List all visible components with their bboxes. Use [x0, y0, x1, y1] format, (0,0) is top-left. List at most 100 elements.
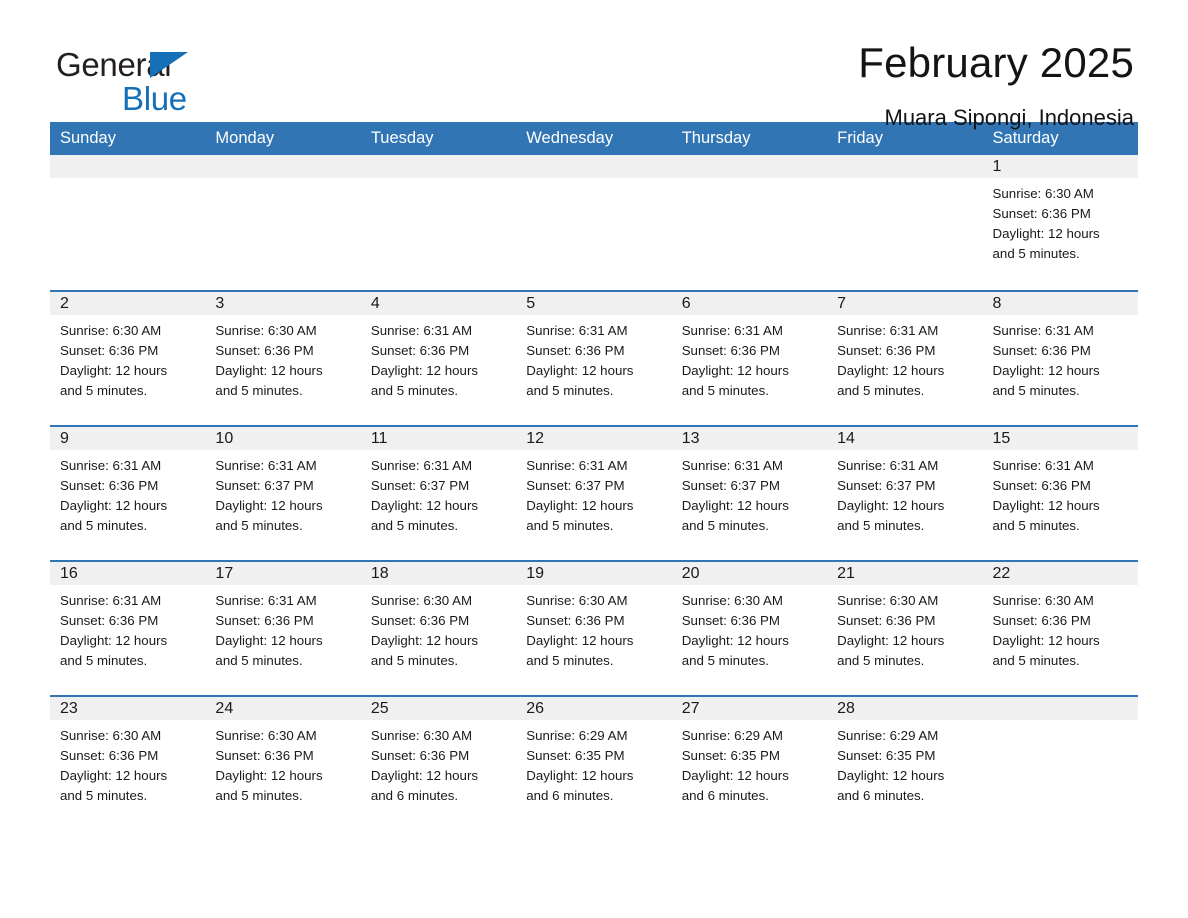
daylight-text-line2: and 5 minutes. — [681, 383, 769, 399]
sunset-text: Sunset: 6:36 PM — [60, 748, 159, 764]
calendar-day-cell[interactable]: 11 Sunrise: 6:31 AM Sunset: 6:37 PM Dayligh… — [360, 425, 517, 562]
day-cell-inner: 18 Sunrise: 6:30 AM Sunset: 6:36 PM Dayligh… — [360, 562, 517, 696]
day-number: 2 — [50, 292, 206, 316]
calendar-body: 1 Sunrise: 6:30 AM Sunset: 6:36 PM Daylight… — [50, 155, 1138, 831]
calendar-day-cell[interactable]: 22 Sunrise: 6:30 AM Sunset: 6:36 PM Dayligh… — [982, 560, 1138, 697]
calendar-day-cell[interactable]: 6 Sunrise: 6:31 AM Sunset: 6:36 PM Daylight… — [671, 290, 828, 427]
day-cell-inner — [360, 155, 517, 291]
calendar-day-cell[interactable]: 25 Sunrise: 6:30 AM Sunset: 6:36 PM Dayligh… — [360, 695, 517, 831]
sunset-text: Sunset: 6:35 PM — [526, 748, 625, 764]
sunrise-text: Sunrise: 6:31 AM — [370, 458, 473, 474]
day-cell-inner: 8 Sunrise: 6:31 AM Sunset: 6:36 PM Daylight… — [982, 292, 1138, 426]
daylight-text-line1: Daylight: 12 hours — [370, 363, 479, 379]
day-cell-inner: 6 Sunrise: 6:31 AM Sunset: 6:36 PM Daylight… — [671, 292, 828, 426]
calendar-day-cell-empty — [516, 155, 672, 291]
daylight-text-line2: and 6 minutes. — [681, 788, 769, 804]
sunset-text: Sunset: 6:36 PM — [60, 343, 159, 359]
day-info: Sunrise: 6:29 AM Sunset: 6:35 PM Daylight:… — [516, 720, 671, 806]
day-cell-inner: 22 Sunrise: 6:30 AM Sunset: 6:36 PM Dayligh… — [982, 562, 1138, 696]
calendar-day-cell[interactable]: 1 Sunrise: 6:30 AM Sunset: 6:36 PM Daylight… — [982, 155, 1138, 291]
sunset-text: Sunset: 6:36 PM — [681, 343, 780, 359]
day-number: 6 — [671, 292, 828, 316]
calendar-day-cell[interactable]: 24 Sunrise: 6:30 AM Sunset: 6:36 PM Dayligh… — [205, 695, 361, 831]
daylight-text-line2: and 6 minutes. — [837, 788, 925, 804]
sunrise-text: Sunrise: 6:30 AM — [681, 593, 783, 609]
calendar-day-cell[interactable]: 7 Sunrise: 6:31 AM Sunset: 6:36 PM Daylight… — [827, 290, 983, 427]
sunset-text: Sunset: 6:36 PM — [370, 748, 470, 764]
weekday-header-wednesday: Wednesday — [516, 122, 672, 156]
day-number — [671, 155, 828, 179]
sunrise-text: Sunrise: 6:30 AM — [992, 186, 1094, 202]
calendar-day-cell[interactable]: 20 Sunrise: 6:30 AM Sunset: 6:36 PM Dayligh… — [671, 560, 828, 697]
day-cell-inner: 4 Sunrise: 6:31 AM Sunset: 6:36 PM Daylight… — [360, 292, 517, 426]
day-cell-inner — [516, 155, 672, 291]
calendar-day-cell[interactable]: 2 Sunrise: 6:30 AM Sunset: 6:36 PM Daylight… — [50, 290, 206, 427]
day-number: 22 — [982, 562, 1138, 586]
calendar-day-cell[interactable]: 10 Sunrise: 6:31 AM Sunset: 6:37 PM Dayligh… — [205, 425, 361, 562]
day-cell-inner — [827, 155, 983, 291]
calendar-day-cell[interactable]: 13 Sunrise: 6:31 AM Sunset: 6:37 PM Dayligh… — [671, 425, 828, 562]
day-number: 25 — [360, 697, 517, 721]
sunset-text: Sunset: 6:36 PM — [992, 206, 1091, 222]
day-number — [982, 697, 1138, 721]
generalblue-logo[interactable]: General Blue — [50, 42, 260, 116]
calendar-day-cell[interactable]: 3 Sunrise: 6:30 AM Sunset: 6:36 PM Daylight… — [205, 290, 361, 427]
day-info: Sunrise: 6:31 AM Sunset: 6:36 PM Daylight:… — [50, 585, 205, 671]
day-cell-inner: 2 Sunrise: 6:30 AM Sunset: 6:36 PM Daylight… — [50, 292, 206, 426]
calendar-day-cell[interactable]: 17 Sunrise: 6:31 AM Sunset: 6:36 PM Dayligh… — [205, 560, 361, 697]
daylight-text-line1: Daylight: 12 hours — [681, 633, 789, 649]
daylight-text-line1: Daylight: 12 hours — [370, 768, 479, 784]
day-number — [50, 155, 206, 179]
daylight-text-line2: and 5 minutes. — [837, 518, 925, 534]
daylight-text-line2: and 5 minutes. — [60, 653, 148, 669]
day-info: Sunrise: 6:31 AM Sunset: 6:37 PM Daylight:… — [827, 450, 982, 536]
day-number: 11 — [360, 427, 517, 451]
calendar-day-cell-empty — [827, 155, 983, 291]
day-info: Sunrise: 6:30 AM Sunset: 6:36 PM Daylight:… — [205, 315, 360, 401]
sunrise-text: Sunrise: 6:31 AM — [681, 458, 783, 474]
day-info: Sunrise: 6:31 AM Sunset: 6:37 PM Daylight:… — [361, 450, 516, 536]
sunrise-text: Sunrise: 6:31 AM — [526, 323, 628, 339]
day-info: Sunrise: 6:31 AM Sunset: 6:36 PM Daylight:… — [827, 315, 982, 401]
sunrise-text: Sunrise: 6:31 AM — [526, 458, 628, 474]
day-cell-inner: 25 Sunrise: 6:30 AM Sunset: 6:36 PM Dayligh… — [360, 697, 517, 831]
sunrise-text: Sunrise: 6:31 AM — [681, 323, 783, 339]
day-info: Sunrise: 6:30 AM Sunset: 6:36 PM Daylight:… — [827, 585, 982, 671]
calendar-day-cell[interactable]: 26 Sunrise: 6:29 AM Sunset: 6:35 PM Dayligh… — [516, 695, 672, 831]
calendar-day-cell[interactable]: 27 Sunrise: 6:29 AM Sunset: 6:35 PM Dayligh… — [671, 695, 828, 831]
calendar-day-cell[interactable]: 18 Sunrise: 6:30 AM Sunset: 6:36 PM Dayligh… — [360, 560, 517, 697]
calendar-day-cell[interactable]: 16 Sunrise: 6:31 AM Sunset: 6:36 PM Dayligh… — [50, 560, 206, 697]
day-info: Sunrise: 6:30 AM Sunset: 6:36 PM Daylight:… — [361, 720, 516, 806]
day-cell-inner: 24 Sunrise: 6:30 AM Sunset: 6:36 PM Dayligh… — [205, 697, 361, 831]
sunrise-text: Sunrise: 6:30 AM — [215, 323, 317, 339]
day-info: Sunrise: 6:31 AM Sunset: 6:37 PM Daylight:… — [516, 450, 671, 536]
daylight-text-line1: Daylight: 12 hours — [992, 498, 1100, 514]
calendar-day-cell[interactable]: 5 Sunrise: 6:31 AM Sunset: 6:36 PM Daylight… — [516, 290, 672, 427]
calendar-day-cell[interactable]: 23 Sunrise: 6:30 AM Sunset: 6:36 PM Dayligh… — [50, 695, 206, 831]
sunrise-text: Sunrise: 6:30 AM — [837, 593, 939, 609]
sunset-text: Sunset: 6:35 PM — [837, 748, 936, 764]
daylight-text-line2: and 5 minutes. — [60, 518, 148, 534]
daylight-text-line1: Daylight: 12 hours — [60, 768, 168, 784]
day-info: Sunrise: 6:30 AM Sunset: 6:36 PM Daylight:… — [50, 720, 205, 806]
daylight-text-line2: and 5 minutes. — [681, 518, 769, 534]
sunrise-text: Sunrise: 6:31 AM — [837, 458, 939, 474]
calendar-week-row: 9 Sunrise: 6:31 AM Sunset: 6:36 PM Daylight… — [50, 425, 1138, 562]
calendar-day-cell[interactable]: 9 Sunrise: 6:31 AM Sunset: 6:36 PM Daylight… — [50, 425, 206, 562]
calendar-day-cell[interactable]: 14 Sunrise: 6:31 AM Sunset: 6:37 PM Dayligh… — [827, 425, 983, 562]
day-cell-inner: 28 Sunrise: 6:29 AM Sunset: 6:35 PM Dayligh… — [827, 697, 983, 831]
calendar-day-cell[interactable]: 19 Sunrise: 6:30 AM Sunset: 6:36 PM Dayligh… — [516, 560, 672, 697]
calendar-day-cell[interactable]: 28 Sunrise: 6:29 AM Sunset: 6:35 PM Dayligh… — [827, 695, 983, 831]
calendar-day-cell[interactable]: 21 Sunrise: 6:30 AM Sunset: 6:36 PM Dayligh… — [827, 560, 983, 697]
daylight-text-line1: Daylight: 12 hours — [681, 363, 789, 379]
sunrise-text: Sunrise: 6:30 AM — [60, 323, 162, 339]
weekday-header-tuesday: Tuesday — [360, 122, 517, 156]
daylight-text-line1: Daylight: 12 hours — [837, 768, 945, 784]
calendar-day-cell[interactable]: 15 Sunrise: 6:31 AM Sunset: 6:36 PM Dayligh… — [982, 425, 1138, 562]
day-info: Sunrise: 6:31 AM Sunset: 6:36 PM Daylight:… — [983, 315, 1138, 401]
calendar-day-cell[interactable]: 4 Sunrise: 6:31 AM Sunset: 6:36 PM Daylight… — [360, 290, 517, 427]
calendar-day-cell[interactable]: 8 Sunrise: 6:31 AM Sunset: 6:36 PM Daylight… — [982, 290, 1138, 427]
triangle-icon — [150, 52, 188, 78]
day-number: 24 — [205, 697, 361, 721]
calendar-day-cell[interactable]: 12 Sunrise: 6:31 AM Sunset: 6:37 PM Dayligh… — [516, 425, 672, 562]
